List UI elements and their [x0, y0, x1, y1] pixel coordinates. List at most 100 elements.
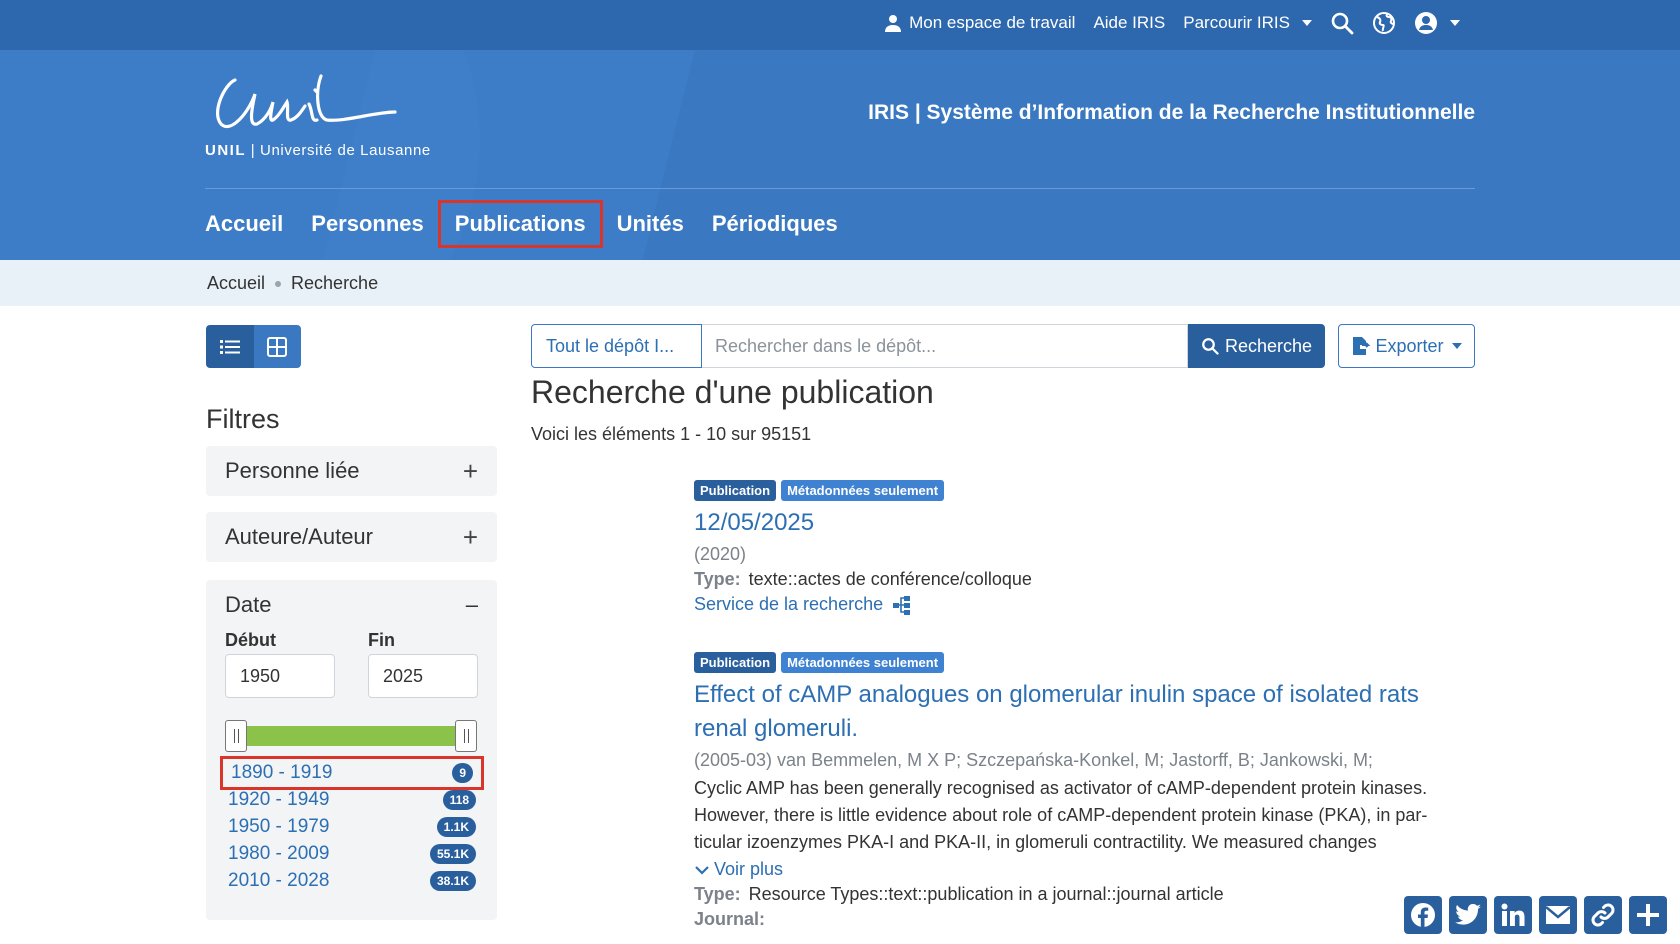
page: Mon espace de travail Aide IRIS Parcouri…: [0, 0, 1680, 944]
breadcrumb-separator: [275, 280, 282, 287]
nav-periodiques[interactable]: Périodiques: [698, 203, 852, 245]
workspace-label: Mon espace de travail: [909, 13, 1076, 32]
breadcrumb: Accueil Recherche: [207, 273, 378, 294]
search-button-label: Recherche: [1224, 335, 1313, 356]
export-label: Exporter: [1375, 335, 1444, 356]
result-authors: (2005-03) van Bemmelen, M X P; Szczepańs…: [694, 750, 1373, 770]
file-export-icon: [1353, 337, 1371, 355]
nav-publications[interactable]: Publications: [437, 200, 603, 248]
results-count: Voici les éléments 1 - 10 sur 95151: [531, 424, 812, 444]
nav-accueil[interactable]: Accueil: [205, 203, 297, 245]
result-item: Publication Métadonnées seulement Effect…: [694, 652, 1454, 930]
browse-dropdown[interactable]: Parcourir IRIS: [1183, 13, 1312, 33]
email-share-button[interactable]: [1539, 896, 1577, 934]
plus-icon: +: [462, 455, 478, 486]
search-submit-button[interactable]: Recherche: [1188, 324, 1325, 368]
result-unit-link[interactable]: Service de la recherche: [694, 594, 1454, 615]
nav-personnes[interactable]: Personnes: [297, 203, 438, 245]
range-label: 1890 - 1919: [231, 762, 333, 783]
type-value: Resource Types::text::publication in a j…: [748, 884, 1224, 904]
search-scope-dropdown[interactable]: Tout le dépôt I...: [531, 324, 702, 368]
result-journal: Journal:: [694, 909, 1454, 930]
count-badge: 1.1K: [436, 817, 476, 837]
facet-auteur[interactable]: Auteure/Auteur +: [206, 512, 497, 562]
facet-header[interactable]: Date –: [206, 580, 497, 630]
count-badge: 38.1K: [429, 871, 476, 891]
date-slider-track[interactable]: [236, 726, 466, 746]
unil-logo[interactable]: UNIL | Université de Lausanne: [205, 72, 465, 164]
facet-header[interactable]: Auteure/Auteur +: [206, 512, 497, 562]
end-year-input[interactable]: 2025: [368, 654, 478, 698]
linkedin-share-button[interactable]: [1494, 896, 1532, 934]
linkedin-icon: [1501, 903, 1525, 926]
date-range-1890[interactable]: 1890 - 1919 9: [220, 756, 484, 790]
grid-icon: [267, 336, 288, 357]
search-bar: Tout le dépôt I... Rechercher dans le dé…: [531, 324, 1325, 368]
workspace-link[interactable]: Mon espace de travail: [885, 13, 1075, 33]
grid-view-button[interactable]: [253, 325, 301, 368]
account-circle-icon: [1415, 12, 1437, 34]
language-button[interactable]: [1372, 11, 1396, 35]
count-badge: 55.1K: [429, 844, 476, 864]
share-plus-button[interactable]: [1629, 896, 1667, 934]
date-range-2010[interactable]: 2010 - 2028 38.1K: [220, 867, 484, 895]
slider-end-handle[interactable]: [455, 720, 477, 752]
date-range-1980[interactable]: 1980 - 2009 55.1K: [220, 840, 484, 868]
facet-personne-liee[interactable]: Personne liée +: [206, 446, 497, 496]
help-link[interactable]: Aide IRIS: [1093, 13, 1165, 33]
main-nav: Accueil Personnes Publications Unités Pé…: [205, 200, 852, 248]
view-toggle: [206, 325, 301, 368]
minus-icon: –: [465, 592, 478, 617]
account-dropdown[interactable]: [1414, 11, 1460, 35]
help-label: Aide IRIS: [1093, 13, 1166, 32]
metadata-badge: Métadonnées seulement: [781, 480, 945, 501]
breadcrumb-current: Recherche: [291, 273, 379, 293]
result-tags: Publication Métadonnées seulement: [694, 480, 1454, 501]
chevron-down-icon: [1451, 343, 1462, 349]
search-input[interactable]: Rechercher dans le dépôt...: [702, 324, 1188, 368]
chevron-down-icon: [1302, 20, 1312, 26]
show-more-button[interactable]: Voir plus: [694, 859, 1454, 880]
result-date: (2020): [694, 544, 747, 564]
user-icon: [885, 15, 902, 32]
logo-subtitle: UNIL | Université de Lausanne: [205, 142, 431, 159]
facet-label: Personne liée: [225, 458, 360, 483]
range-label: 1950 - 1979: [228, 816, 330, 837]
breadcrumb-home[interactable]: Accueil: [207, 273, 265, 294]
filters-heading: Filtres: [206, 404, 280, 434]
nav-unites[interactable]: Unités: [603, 203, 698, 245]
search-button[interactable]: [1330, 11, 1354, 35]
show-more-label: Voir plus: [714, 859, 784, 879]
result-item: Publication Métadonnées seulement 12/05/…: [694, 480, 1454, 615]
date-range-1920[interactable]: 1920 - 1949 118: [220, 786, 484, 814]
logo-full: Université de Lausanne: [260, 142, 431, 159]
result-type: Type: Resource Types::text::publication i…: [694, 884, 1454, 905]
twitter-share-button[interactable]: [1449, 896, 1487, 934]
slider-start-handle[interactable]: [225, 720, 247, 752]
facet-header[interactable]: Personne liée +: [206, 446, 497, 496]
type-label: Type:: [694, 569, 741, 589]
result-type: Type: texte::actes de conférence/colloque: [694, 569, 1454, 590]
top-nav: Mon espace de travail Aide IRIS Parcouri…: [885, 0, 1460, 46]
type-value: texte::actes de conférence/colloque: [748, 569, 1032, 589]
count-badge: 9: [452, 763, 473, 783]
result-title[interactable]: 12/05/2025: [694, 506, 1454, 540]
browse-label: Parcourir IRIS: [1183, 13, 1290, 32]
result-title[interactable]: Effect of cAMP analogues on glomerular i…: [694, 678, 1454, 746]
result-tags: Publication Métadonnées seulement: [694, 652, 1454, 673]
type-label: Type:: [694, 884, 741, 904]
facebook-share-button[interactable]: [1404, 896, 1442, 934]
export-dropdown[interactable]: Exporter: [1338, 324, 1475, 368]
count-badge: 118: [442, 790, 476, 810]
journal-label: Journal:: [694, 909, 766, 929]
copy-link-button[interactable]: [1584, 896, 1622, 934]
chevron-down-icon: [695, 865, 709, 875]
range-label: 1980 - 2009: [228, 843, 330, 864]
list-view-button[interactable]: [206, 325, 254, 368]
date-range-1950[interactable]: 1950 - 1979 1.1K: [220, 813, 484, 841]
search-icon: [1202, 338, 1219, 355]
unil-script-logo: [215, 74, 397, 128]
unit-label: Service de la recherche: [694, 594, 884, 614]
email-icon: [1545, 906, 1571, 924]
start-year-input[interactable]: 1950: [225, 654, 335, 698]
